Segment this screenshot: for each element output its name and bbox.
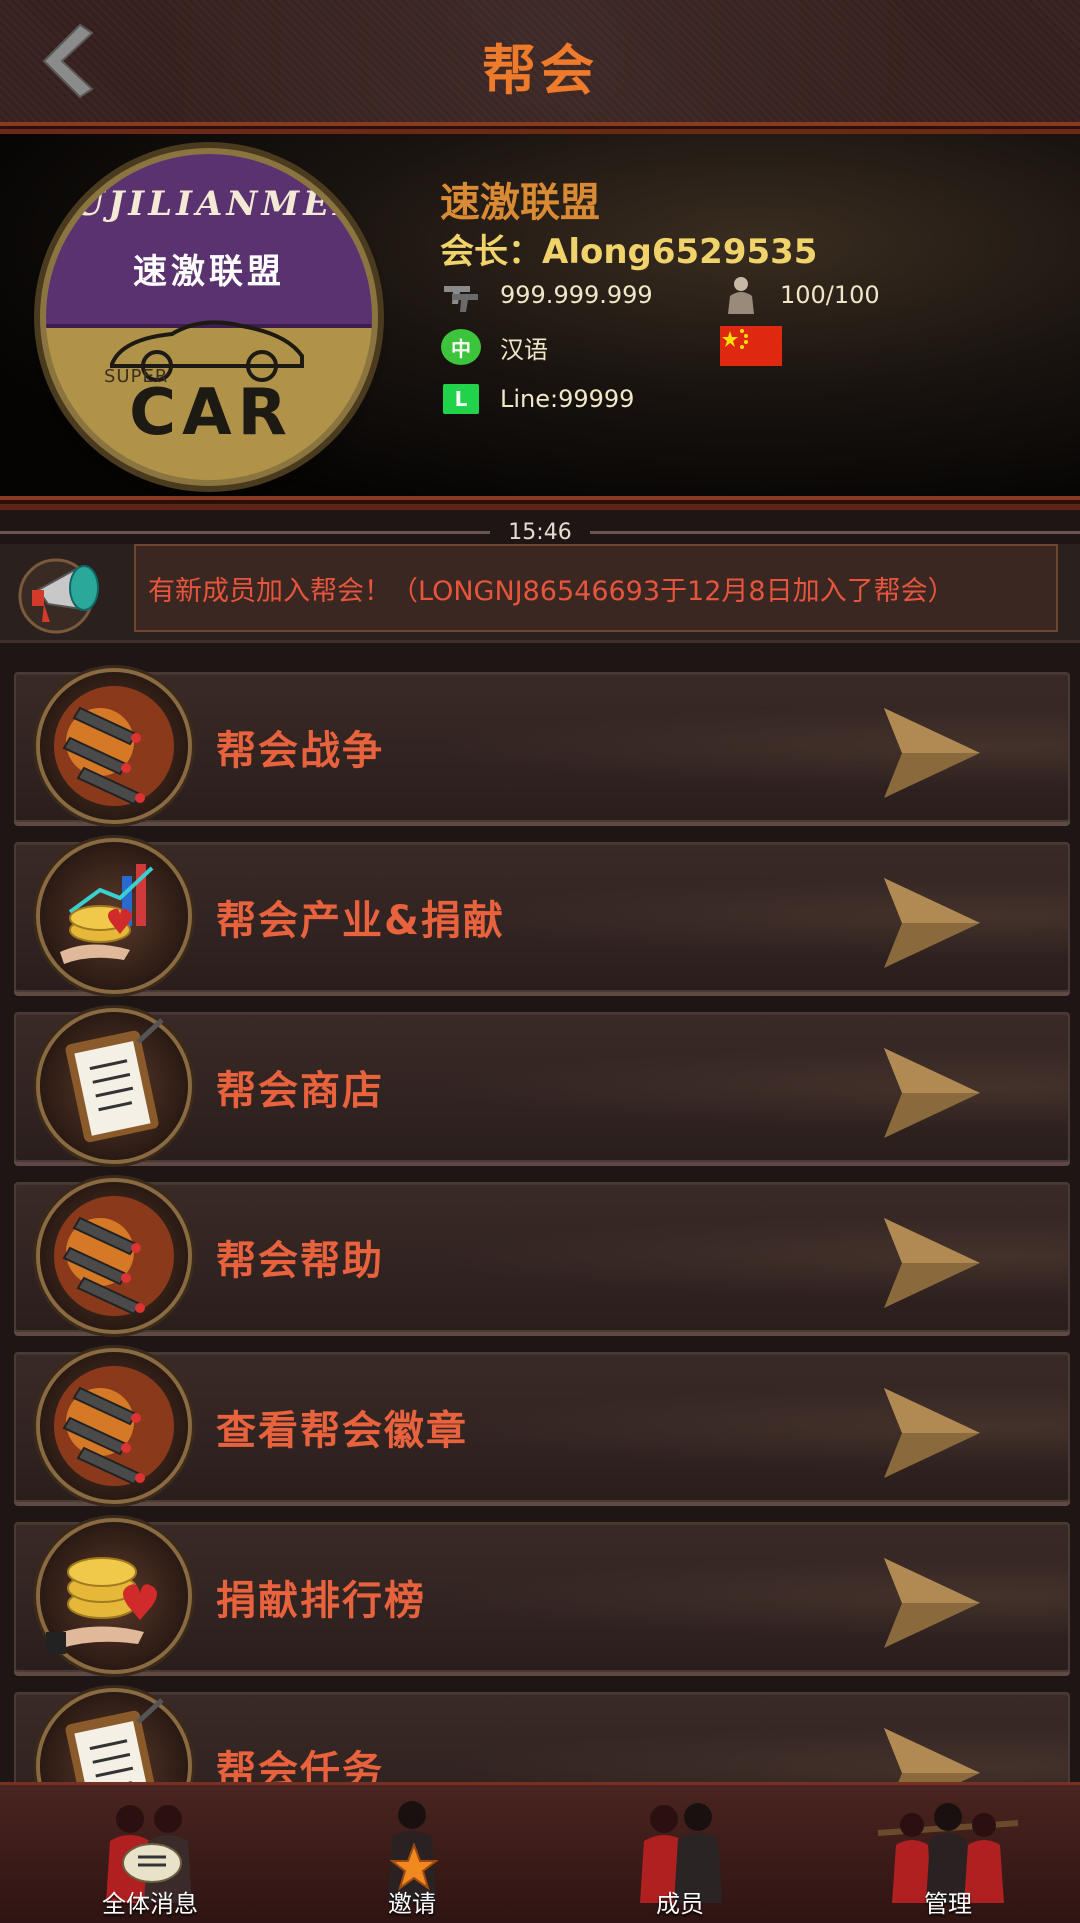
arrow-right-icon (884, 708, 980, 798)
nav-label: 全体消息 (102, 1890, 198, 1918)
nav-invite[interactable]: 邀请 (312, 1785, 512, 1923)
guild-power-value: 999.999.999 (500, 281, 653, 309)
bottom-nav: 全体消息 邀请 成员 管理 (0, 1782, 1080, 1923)
emblem-car-text: CAR (129, 376, 293, 450)
language-badge-icon: 中 (441, 329, 481, 365)
member-figure-icon (720, 274, 762, 316)
guild-name: 速激联盟 (440, 180, 600, 226)
line-app-icon: L (443, 384, 479, 414)
menu-item-view-guild-badge[interactable]: 查看帮会徽章 (14, 1352, 1070, 1502)
guild-info-panel: SUJILIANMENG 速激联盟 SUPER CAR 速激联盟 会长：Alon… (0, 134, 1080, 500)
megaphone-icon (18, 558, 99, 634)
time-divider: 15:46 (0, 520, 1080, 545)
guild-line-stat: L Line:99999 (440, 378, 634, 420)
missiles-icon (40, 1352, 188, 1500)
news-message[interactable]: 有新成员加入帮会！（LONGNJ86546693于12月8日加入了帮会） (134, 544, 1058, 632)
menu-item-guild-industry-donation[interactable]: 帮会产业&捐献 (14, 842, 1070, 992)
nav-label: 成员 (656, 1890, 704, 1918)
nav-management[interactable]: 管理 (848, 1785, 1048, 1923)
nav-label: 邀请 (388, 1890, 436, 1918)
menu-item-guild-war[interactable]: 帮会战争 (14, 672, 1070, 822)
menu-item-guild-shop[interactable]: 帮会商店 (14, 1012, 1070, 1162)
missiles-icon (40, 1182, 188, 1330)
guild-members-value: 100/100 (780, 281, 880, 309)
guild-language-value: 汉语 (500, 335, 548, 364)
coins-heart-icon (40, 1522, 188, 1670)
menu-item-guild-help[interactable]: 帮会帮助 (14, 1182, 1070, 1332)
emblem-pinyin: SUJILIANMENG (46, 184, 372, 224)
guild-line-value: Line:99999 (500, 385, 635, 413)
news-row: 有新成员加入帮会！（LONGNJ86546693于12月8日加入了帮会） (0, 544, 1080, 643)
nav-all-messages[interactable]: 全体消息 (50, 1785, 250, 1923)
nav-members[interactable]: 成员 (580, 1785, 780, 1923)
guild-emblem[interactable]: SUJILIANMENG 速激联盟 SUPER CAR (46, 154, 372, 480)
menu-label: 帮会帮助 (216, 1238, 384, 1284)
arrow-right-icon (884, 1388, 980, 1478)
menu-label: 查看帮会徽章 (216, 1408, 468, 1454)
guild-leader: 会长：Along6529535 (440, 232, 818, 272)
top-bar: 帮会 (0, 0, 1080, 126)
nav-label: 管理 (924, 1890, 972, 1918)
news-time: 15:46 (508, 520, 572, 545)
guns-icon (440, 274, 482, 316)
guild-power-stat: 999.999.999 (440, 274, 653, 316)
page-title: 帮会 (482, 39, 598, 102)
menu-label: 帮会产业&捐献 (216, 898, 505, 944)
emblem-top-band (46, 154, 372, 328)
missiles-icon (40, 672, 188, 820)
coins-chart-icon (40, 842, 188, 990)
menu-label: 帮会战争 (216, 728, 384, 774)
arrow-right-icon (884, 1558, 980, 1648)
clipboard-icon (40, 1012, 188, 1160)
menu-label: 捐献排行榜 (216, 1578, 426, 1624)
emblem-chinese: 速激联盟 (133, 252, 285, 292)
arrow-right-icon (884, 1218, 980, 1308)
china-flag-icon (720, 326, 782, 366)
menu-label: 帮会商店 (216, 1068, 384, 1114)
menu-item-donation-ranking[interactable]: 捐献排行榜 (14, 1522, 1070, 1672)
guild-language-stat: 中 汉语 (440, 326, 548, 368)
news-text: 有新成员加入帮会！（LONGNJ86546693于12月8日加入了帮会） (148, 575, 955, 607)
guild-members-stat: 100/100 (720, 274, 880, 316)
chat-bubble-icon (122, 1843, 182, 1883)
arrow-right-icon (884, 1048, 980, 1138)
arrow-right-icon (884, 878, 980, 968)
